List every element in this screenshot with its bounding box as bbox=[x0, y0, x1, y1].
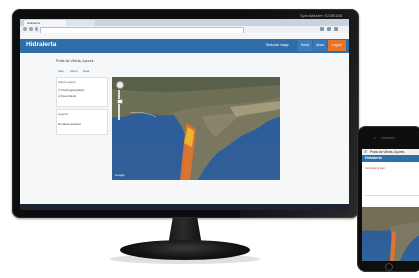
reload-icon[interactable] bbox=[35, 27, 38, 31]
page-title: Praia da Vitória, Açores bbox=[56, 59, 94, 63]
phone-divider bbox=[365, 195, 419, 196]
phone-screen: ☰ Praia da Vitória, Açores Hidralerta Ov… bbox=[362, 149, 419, 261]
phone-map[interactable] bbox=[362, 207, 419, 261]
phone-alert-heading: Overtopping alert bbox=[365, 167, 385, 170]
bookmark-item[interactable] bbox=[176, 34, 206, 38]
bookmark-star-icon[interactable] bbox=[320, 27, 324, 31]
welcome-link[interactable]: Welcome image bbox=[266, 43, 289, 47]
google-logo: Google bbox=[115, 173, 125, 177]
monitor-stand-base bbox=[120, 240, 250, 260]
menu-icon[interactable] bbox=[334, 27, 338, 31]
phone-menu-icon[interactable]: ☰ bbox=[364, 150, 367, 154]
checkbox-label: Flood Alerts bbox=[61, 94, 77, 98]
flood-checkbox[interactable]: ☑ Flood Alerts bbox=[58, 94, 76, 98]
forward-icon[interactable] bbox=[29, 27, 33, 31]
browser-tab-label: Hidralerta bbox=[27, 21, 41, 25]
zoom-slider[interactable] bbox=[118, 90, 120, 120]
footer-line-1 bbox=[20, 184, 349, 188]
checkbox-label: Overtopping Alerts bbox=[61, 88, 85, 92]
os-taskbar bbox=[20, 204, 349, 210]
pan-control-icon[interactable] bbox=[116, 81, 124, 89]
tab-alerts[interactable]: Alerts bbox=[70, 69, 78, 73]
monitor-brand-label: SyncMaster S24B150 bbox=[300, 13, 343, 18]
map-imagery bbox=[112, 77, 280, 180]
tab-data[interactable]: Data bbox=[83, 69, 89, 73]
bookmark-item[interactable] bbox=[108, 34, 138, 38]
legend-note: No Alerts selected bbox=[58, 122, 81, 126]
alerts-layers-title: Alerts Layers bbox=[58, 80, 76, 84]
phone-map-imagery bbox=[362, 207, 419, 261]
bookmark-item[interactable] bbox=[24, 34, 62, 38]
overtopping-checkbox[interactable]: ☑ Overtopping Alerts bbox=[58, 88, 84, 92]
extension-icon[interactable] bbox=[327, 27, 331, 31]
bookmark-item[interactable] bbox=[210, 34, 240, 38]
bookmark-item[interactable] bbox=[142, 34, 172, 38]
monitor-screen: Hidralerta Hidralerta Welcome image Home… bbox=[20, 19, 349, 210]
footer-line-2 bbox=[20, 189, 349, 193]
logout-button[interactable]: Logout bbox=[328, 40, 346, 51]
phone-app-logo[interactable]: Hidralerta bbox=[365, 155, 382, 162]
bookmark-item[interactable] bbox=[66, 34, 104, 38]
phone-camera-icon bbox=[374, 137, 376, 139]
zoom-slider-handle[interactable] bbox=[117, 99, 123, 104]
back-icon[interactable] bbox=[23, 27, 27, 31]
app-logo[interactable]: Hidralerta bbox=[26, 41, 56, 48]
legend-title: Legend bbox=[58, 112, 69, 116]
home-button[interactable]: Home bbox=[298, 40, 312, 51]
phone-home-button[interactable] bbox=[385, 263, 393, 271]
tab-map[interactable]: Map bbox=[58, 69, 64, 73]
satellite-map[interactable]: Google bbox=[112, 77, 280, 180]
phone-speaker bbox=[381, 137, 395, 139]
about-button[interactable]: About bbox=[313, 40, 327, 51]
